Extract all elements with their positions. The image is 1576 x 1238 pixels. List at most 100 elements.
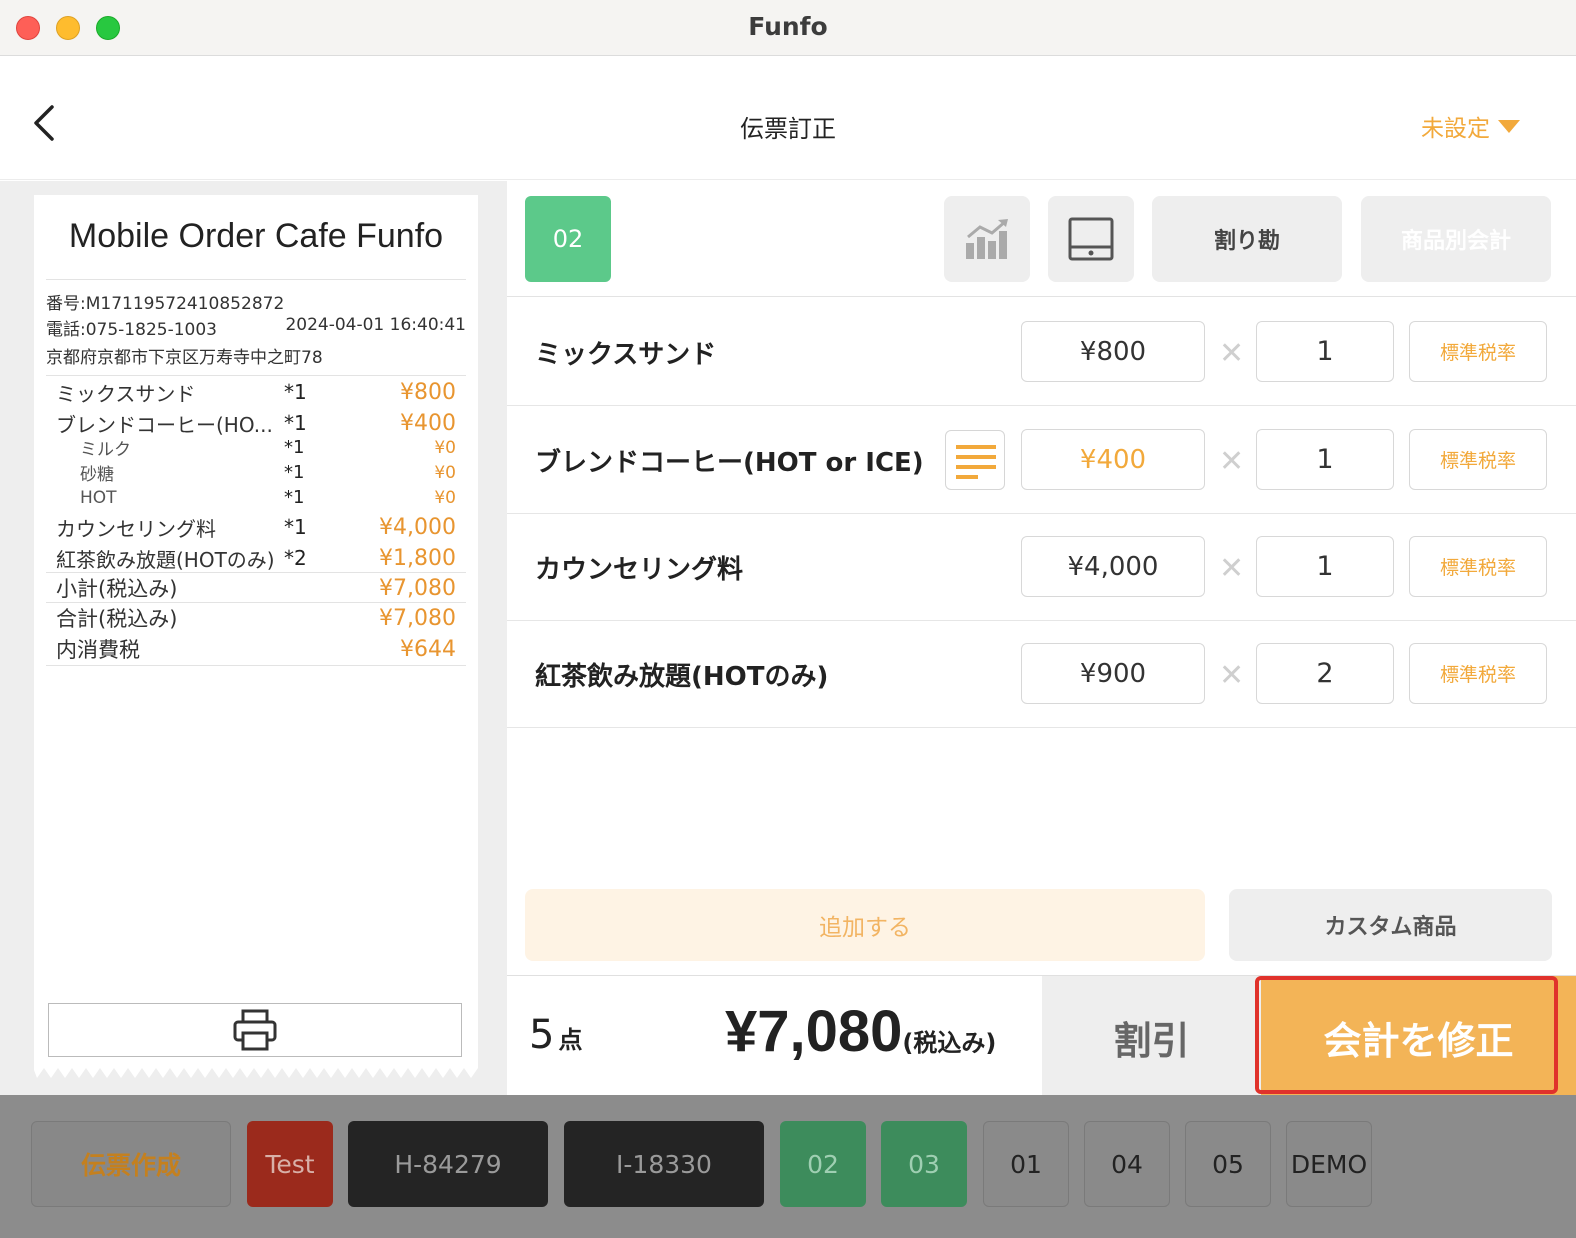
multiply-icon: ✕	[1219, 444, 1245, 479]
order-tab[interactable]: DEMO	[1286, 1121, 1372, 1207]
receipt-option-name: HOT	[80, 487, 117, 508]
multiply-icon: ✕	[1219, 336, 1245, 371]
item-name: ミックスサンド	[535, 340, 717, 370]
receipt-preview: Mobile Order Cafe Funfo 番号:M171195724108…	[34, 195, 478, 1068]
highlight-frame	[1255, 976, 1558, 1094]
receipt-phone: 電話:075-1825-1003	[46, 320, 217, 340]
drawer-button[interactable]	[1048, 196, 1134, 282]
receipt-item-name: ミックスサンド	[56, 381, 196, 406]
order-tab[interactable]: I-18330	[564, 1121, 764, 1207]
receipt-divider	[46, 375, 466, 376]
item-count-value: 5	[529, 1012, 555, 1058]
multiply-icon: ✕	[1219, 551, 1245, 586]
receipt-subtotal-label: 小計(税込み)	[56, 577, 178, 601]
order-total-tax-note: (税込み)	[902, 1029, 997, 1057]
receipt-subtotal-value: ¥7,080	[379, 575, 456, 601]
receipt-item-qty: *1	[284, 411, 307, 435]
receipt-item-name: 紅茶飲み放題(HOTのみ)	[56, 547, 275, 572]
item-price-input[interactable]: ¥400	[1021, 429, 1205, 490]
order-tab[interactable]: 01	[983, 1121, 1069, 1207]
receipt-tax-row: 内消費税 ¥644	[56, 634, 456, 664]
receipt-option-price: ¥0	[434, 437, 456, 458]
order-total: ¥7,080(税込み)	[725, 998, 996, 1065]
receipt-option-qty: *1	[284, 437, 305, 458]
receipt-number: 番号:M17119572410852872	[46, 294, 285, 314]
receipt-datetime: 2024-04-01 16:40:41	[285, 315, 466, 335]
item-tax-rate-button[interactable]: 標準税率	[1409, 536, 1547, 597]
receipt-option-item: 砂糖 *1 ¥0	[56, 460, 456, 485]
receipt-line-item: ミックスサンド *1 ¥800	[56, 377, 456, 407]
page-title: 伝票訂正	[740, 115, 836, 143]
receipt-item-price: ¥800	[400, 379, 456, 405]
receipt-item-name: カウンセリング料	[56, 516, 216, 541]
table-number-badge[interactable]: 02	[525, 196, 611, 282]
receipt-tax-value: ¥644	[400, 636, 456, 662]
receipt-shop-name: Mobile Order Cafe Funfo	[68, 217, 444, 255]
item-price-input[interactable]: ¥900	[1021, 643, 1205, 704]
item-name: カウンセリング料	[535, 555, 744, 585]
multiply-icon: ✕	[1219, 658, 1245, 693]
page-header: 伝票訂正 未設定	[0, 57, 1576, 180]
receipt-item-price: ¥1,800	[379, 545, 456, 571]
item-quantity-input[interactable]: 2	[1256, 643, 1394, 704]
staff-select-dropdown[interactable]: 未設定	[1421, 109, 1520, 143]
receipt-item-qty: *1	[284, 515, 307, 539]
item-quantity-input[interactable]: 1	[1256, 321, 1394, 382]
receipt-subtotal-row: 小計(税込み) ¥7,080	[56, 573, 456, 603]
receipt-line-item: カウンセリング料 *1 ¥4,000	[56, 512, 456, 542]
order-tab[interactable]: 03	[881, 1121, 967, 1207]
receipt-option-qty: *1	[284, 487, 305, 508]
chart-growth-icon	[966, 219, 1008, 259]
item-tax-rate-button[interactable]: 標準税率	[1409, 643, 1547, 704]
receipt-item-qty: *1	[284, 380, 307, 404]
order-tab[interactable]: Test	[247, 1121, 333, 1207]
add-item-button[interactable]: 追加する	[525, 889, 1205, 961]
item-options-button[interactable]	[945, 430, 1005, 490]
order-item-row: 紅茶飲み放題(HOTのみ) ¥900 ✕ 2 標準税率	[507, 620, 1576, 728]
receipt-option-item: ミルク *1 ¥0	[56, 435, 456, 460]
printer-icon	[233, 1009, 277, 1051]
item-tax-rate-button[interactable]: 標準税率	[1409, 321, 1547, 382]
item-name: ブレンドコーヒー(HOT or ICE)	[535, 448, 924, 478]
item-price-input[interactable]: ¥4,000	[1021, 536, 1205, 597]
window-titlebar: Funfo	[0, 0, 1576, 56]
item-tax-rate-button[interactable]: 標準税率	[1409, 429, 1547, 490]
item-checkout-button[interactable]: 商品別会計	[1361, 196, 1551, 282]
custom-item-button[interactable]: カスタム商品	[1229, 889, 1552, 961]
split-bill-button[interactable]: 割り勘	[1152, 196, 1342, 282]
receipt-item-qty: *2	[284, 546, 307, 570]
receipt-tax-label: 内消費税	[56, 638, 140, 662]
item-count-unit: 点	[558, 1026, 583, 1054]
order-tab-bar: 伝票作成 Test H-84279 I-18330 02 03 01 04 05…	[0, 1095, 1576, 1238]
receipt-divider	[46, 665, 466, 666]
order-tab[interactable]: H-84279	[348, 1121, 548, 1207]
list-lines-icon	[956, 445, 996, 479]
order-tab[interactable]: 05	[1185, 1121, 1271, 1207]
create-slip-tab[interactable]: 伝票作成	[31, 1121, 231, 1207]
discount-button[interactable]: 割引	[1042, 976, 1261, 1099]
tablet-icon	[1068, 217, 1114, 261]
receipt-divider	[46, 279, 466, 280]
order-toolbar: 02 割り勘 商品別会計	[507, 181, 1576, 297]
print-receipt-button[interactable]	[48, 1003, 462, 1057]
receipt-item-price: ¥4,000	[379, 514, 456, 540]
receipt-option-item: HOT *1 ¥0	[56, 485, 456, 510]
caret-down-icon	[1498, 119, 1520, 133]
receipt-line-item: 紅茶飲み放題(HOTのみ) *2 ¥1,800	[56, 543, 456, 573]
item-price-input[interactable]: ¥800	[1021, 321, 1205, 382]
item-quantity-input[interactable]: 1	[1256, 429, 1394, 490]
receipt-option-price: ¥0	[434, 462, 456, 483]
receipt-total-value: ¥7,080	[379, 605, 456, 631]
order-item-row: カウンセリング料 ¥4,000 ✕ 1 標準税率	[507, 513, 1576, 621]
receipt-line-item: ブレンドコーヒー(HO... *1 ¥400	[56, 408, 456, 438]
receipt-option-name: 砂糖	[80, 465, 114, 485]
order-tab[interactable]: 02	[780, 1121, 866, 1207]
staff-select-label: 未設定	[1421, 116, 1490, 142]
receipt-torn-edge	[34, 1066, 478, 1078]
receipt-panel: Mobile Order Cafe Funfo 番号:M171195724108…	[0, 181, 507, 1098]
receipt-address: 京都府京都市下京区万寿寺中之町78	[46, 348, 323, 368]
analytics-button[interactable]	[944, 196, 1030, 282]
order-tab[interactable]: 04	[1084, 1121, 1170, 1207]
receipt-total-row: 合計(税込み) ¥7,080	[56, 603, 456, 633]
item-quantity-input[interactable]: 1	[1256, 536, 1394, 597]
